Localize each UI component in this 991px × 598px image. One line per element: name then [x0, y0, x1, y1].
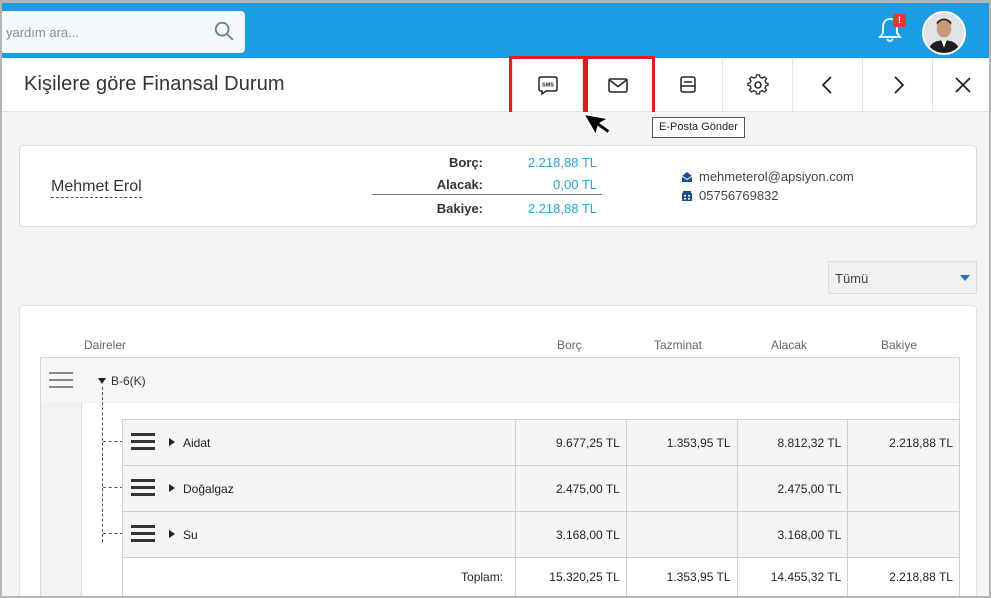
tazminat-cell	[625, 512, 737, 557]
col-header-bakiye: Bakiye	[881, 338, 918, 352]
email-contact[interactable]: mehmeterol@apsiyon.com	[681, 169, 854, 184]
tazminat-cell	[625, 466, 737, 511]
drag-handle-icon[interactable]	[49, 372, 73, 388]
row-name: Doğalgaz	[183, 481, 234, 496]
menu-icon[interactable]	[131, 479, 155, 496]
sub-table: Aidat 9.677,25 TL 1.353,95 TL 8.812,32 T…	[122, 419, 960, 596]
col-header-alacak: Alacak	[771, 338, 808, 352]
close-icon	[955, 77, 971, 93]
tree-connector	[103, 487, 123, 488]
search-box[interactable]	[2, 11, 245, 53]
send-email-tooltip: E-Posta Gönder	[652, 117, 745, 138]
row-name: Su	[183, 527, 198, 542]
phone-icon	[682, 190, 692, 201]
menu-icon[interactable]	[131, 525, 155, 542]
caret-down-icon	[960, 275, 970, 281]
caret-right-icon[interactable]	[169, 484, 175, 492]
apartments-table-card: Daireler Borç Tazminat Alacak Bakiye B-6…	[19, 305, 977, 596]
app-window: ! Kişilere göre Finansal Durum SMS	[0, 0, 991, 598]
search-input[interactable]	[4, 11, 194, 53]
person-name-link[interactable]: Mehmet Erol	[51, 178, 142, 198]
alacak-cell: 3.168,00 TL	[736, 512, 848, 557]
total-row: Toplam: 15.320,25 TL 1.353,95 TL 14.455,…	[122, 557, 960, 596]
row-name: Aidat	[183, 435, 211, 450]
sms-icon-label: SMS	[542, 83, 554, 89]
mouse-cursor-icon	[584, 113, 612, 137]
total-tazminat: 1.353,95 TL	[625, 558, 737, 596]
row-name-cell: Su	[123, 512, 515, 557]
envelope-icon	[607, 78, 628, 93]
table-row[interactable]: Su 3.168,00 TL 3.168,00 TL	[122, 511, 960, 557]
print-button[interactable]	[652, 58, 722, 112]
notification-badge: !	[893, 14, 906, 27]
top-bar: !	[2, 0, 989, 58]
apartment-tree: B-6(K) Aidat 9.677,25 TL 1.353,95 TL 8.8…	[40, 357, 960, 596]
caret-right-icon[interactable]	[169, 530, 175, 538]
chevron-right-icon	[893, 76, 904, 94]
col-header-tazminat: Tazminat	[654, 338, 703, 352]
borc-value: 2.218,88 TL	[527, 155, 597, 170]
summary-card: Mehmet Erol Borç: 2.218,88 TL Alacak: 0,…	[19, 145, 977, 227]
bakiye-cell: 2.218,88 TL	[847, 420, 959, 465]
alacak-cell: 2.475,00 TL	[736, 466, 848, 511]
borc-cell: 3.168,00 TL	[515, 512, 626, 557]
sms-button[interactable]: SMS	[512, 58, 582, 112]
group-row[interactable]: B-6(K)	[41, 358, 959, 403]
bakiye-cell	[847, 466, 959, 511]
tazminat-cell: 1.353,95 TL	[625, 420, 737, 465]
previous-button[interactable]	[792, 58, 862, 112]
row-name-cell: Doğalgaz	[123, 466, 515, 511]
borc-cell: 9.677,25 TL	[515, 420, 626, 465]
total-label: Toplam:	[461, 570, 504, 584]
menu-icon[interactable]	[131, 433, 155, 450]
phone-contact[interactable]: 05756769832	[681, 188, 779, 203]
table-row[interactable]: Doğalgaz 2.475,00 TL 2.475,00 TL	[122, 465, 960, 511]
caret-right-icon[interactable]	[169, 438, 175, 446]
alacak-cell: 8.812,32 TL	[736, 420, 848, 465]
tree-connector	[102, 387, 103, 542]
tree-connector	[103, 533, 123, 534]
main-content: Mehmet Erol Borç: 2.218,88 TL Alacak: 0,…	[2, 112, 989, 596]
filter-selected-value: Tümü	[835, 271, 869, 286]
alacak-value: 0,00 TL	[553, 177, 597, 192]
next-button[interactable]	[862, 58, 932, 112]
summary-divider	[372, 194, 602, 195]
search-icon[interactable]	[213, 20, 235, 42]
close-button[interactable]	[932, 58, 989, 112]
table-row[interactable]: Aidat 9.677,25 TL 1.353,95 TL 8.812,32 T…	[122, 419, 960, 465]
gear-icon	[746, 74, 769, 95]
total-bakiye: 2.218,88 TL	[847, 558, 959, 596]
borc-cell: 2.475,00 TL	[515, 466, 626, 511]
caret-down-icon[interactable]	[98, 378, 106, 384]
group-label[interactable]: B-6(K)	[111, 374, 146, 388]
row-name-cell: Aidat	[123, 420, 515, 465]
sms-icon: SMS	[537, 76, 558, 96]
page-title: Kişilere göre Finansal Durum	[24, 73, 285, 95]
avatar[interactable]	[922, 11, 966, 55]
email-open-icon	[681, 171, 693, 182]
chevron-left-icon	[821, 76, 832, 94]
tree-connector	[103, 441, 123, 442]
printer-icon	[679, 76, 696, 93]
settings-button[interactable]	[722, 58, 792, 112]
bakiye-value: 2.218,88 TL	[527, 201, 597, 216]
total-alacak: 14.455,32 TL	[736, 558, 848, 596]
total-borc: 15.320,25 TL	[515, 558, 626, 596]
bakiye-cell	[847, 512, 959, 557]
phone-text: 05756769832	[699, 188, 779, 203]
col-header-daireler: Daireler	[84, 338, 127, 352]
title-bar: Kişilere göre Finansal Durum SMS	[2, 58, 989, 112]
email-text: mehmeterol@apsiyon.com	[699, 169, 854, 184]
filter-dropdown[interactable]: Tümü	[828, 261, 977, 294]
col-header-borc: Borç	[557, 338, 582, 352]
